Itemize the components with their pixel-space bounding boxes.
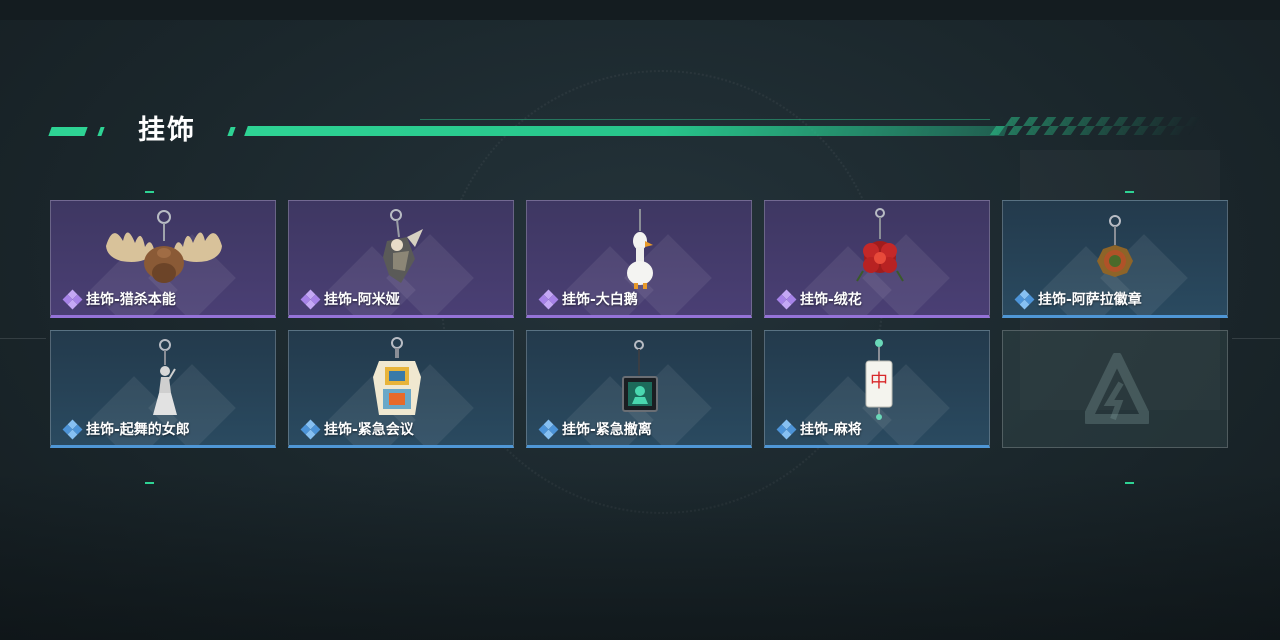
header-accent-line <box>420 119 990 120</box>
rarity-diamond-icon <box>62 289 83 310</box>
rarity-diamond-icon <box>1014 289 1035 310</box>
rarity-diamond-icon <box>62 419 83 440</box>
header-checker-pattern <box>989 117 1203 135</box>
charm-card[interactable]: 挂饰-紧急撤离 <box>526 330 752 448</box>
rarity-diamond-icon <box>300 289 321 310</box>
rarity-diamond-icon <box>776 289 797 310</box>
rarity-diamond-icon <box>538 289 559 310</box>
charm-label: 挂饰-紧急撤离 <box>538 419 652 440</box>
charm-label: 挂饰-猎杀本能 <box>62 289 176 310</box>
grid-corner-tick <box>1125 191 1134 193</box>
header-accent-dash <box>48 127 88 136</box>
background-guide-line-left <box>0 338 46 339</box>
charm-card[interactable]: 挂饰-起舞的女郎 <box>50 330 276 448</box>
charm-label: 挂饰-紧急会议 <box>300 419 414 440</box>
background-ground <box>0 470 1280 640</box>
rarity-diamond-icon <box>776 419 797 440</box>
charm-card[interactable]: 挂饰-阿米娅 <box>288 200 514 318</box>
charm-card[interactable]: 挂饰-阿萨拉徽章 <box>1002 200 1228 318</box>
header-accent-tick <box>97 127 105 136</box>
header-accent-tick <box>227 127 236 136</box>
section-title: 挂饰 <box>138 115 196 146</box>
background-guide-line-right <box>1232 338 1280 339</box>
rarity-diamond-icon <box>300 419 321 440</box>
empty-slot[interactable] <box>1002 330 1228 448</box>
charm-label: 挂饰-阿萨拉徽章 <box>1014 289 1142 310</box>
charm-card[interactable]: 挂饰-绒花 <box>764 200 990 318</box>
charm-label: 挂饰-阿米娅 <box>300 289 400 310</box>
charm-label: 挂饰-麻将 <box>776 419 862 440</box>
charm-label: 挂饰-起舞的女郎 <box>62 419 190 440</box>
grid-corner-tick <box>145 191 154 193</box>
charm-card[interactable]: 中 挂饰-麻将 <box>764 330 990 448</box>
grid-corner-tick <box>1125 482 1134 484</box>
svg-text:中: 中 <box>870 371 888 392</box>
delta-logo-icon <box>1085 353 1149 424</box>
charm-card[interactable]: 挂饰-猎杀本能 <box>50 200 276 318</box>
charm-card[interactable]: 挂饰-紧急会议 <box>288 330 514 448</box>
charm-label: 挂饰-绒花 <box>776 289 862 310</box>
charm-card[interactable]: 挂饰-大白鹅 <box>526 200 752 318</box>
header-accent-bar <box>244 126 1008 136</box>
charm-label: 挂饰-大白鹅 <box>538 289 638 310</box>
top-bar <box>0 0 1280 20</box>
grid-corner-tick <box>145 482 154 484</box>
rarity-diamond-icon <box>538 419 559 440</box>
